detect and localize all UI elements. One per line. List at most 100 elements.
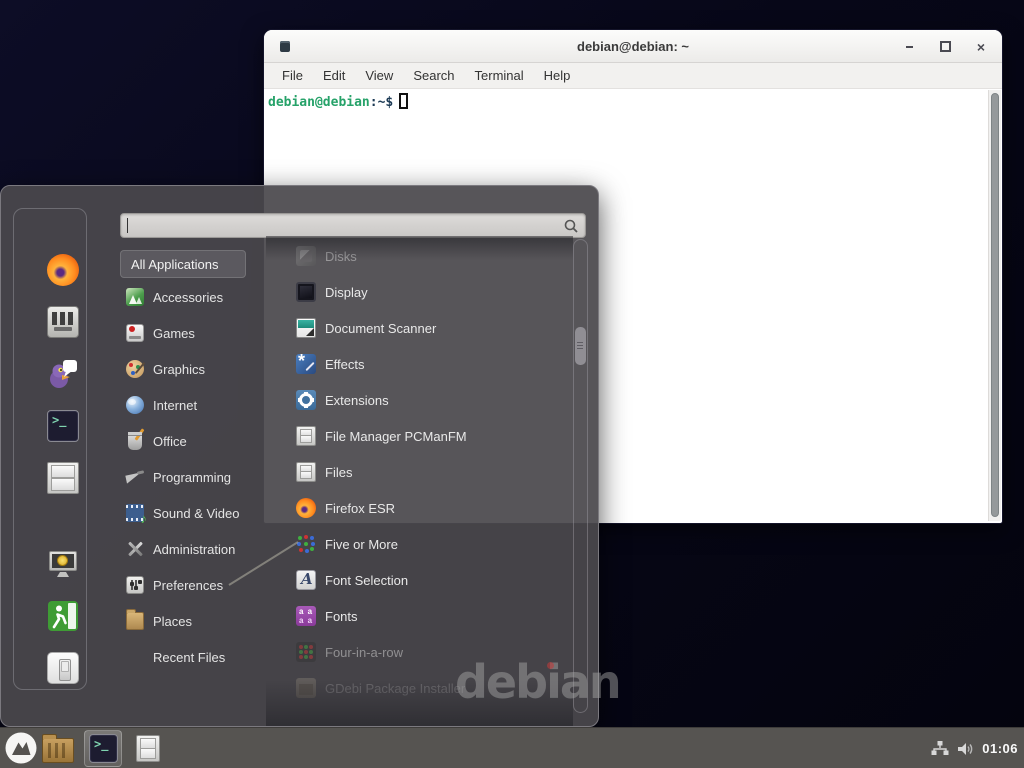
application-menu: All Applications Accessories Games Graphic… [0,185,599,727]
menu-help[interactable]: Help [534,64,581,87]
category-item-office[interactable]: Office [120,428,286,454]
menu-scrollbar[interactable] [573,239,588,713]
category-item-sound-video[interactable]: Sound & Video [120,500,286,526]
application-label: GDebi Package Installer [325,681,465,696]
application-label: Firefox ESR [325,501,395,516]
category-item-programming[interactable]: Programming [120,464,286,490]
minimize-icon[interactable] [902,40,916,54]
sound-video-icon [126,504,144,522]
menu-item-font-selection[interactable]: Font Selection [288,567,571,593]
firefox-icon [296,498,316,518]
application-label: Extensions [325,393,389,408]
favorite-lock-screen[interactable] [47,548,79,580]
maximize-icon[interactable] [938,40,952,54]
all-applications-label: All Applications [131,257,218,272]
favorite-file-manager[interactable] [47,462,79,494]
files-launcher[interactable] [136,735,160,762]
application-label: File Manager PCManFM [325,429,467,444]
favorite-software[interactable] [47,306,79,338]
menu-view[interactable]: View [355,64,403,87]
file-manager-launcher[interactable] [42,738,74,763]
terminal-scrollbar[interactable] [988,90,1001,521]
terminal-title: debian@debian: ~ [264,39,1002,54]
menu-terminal[interactable]: Terminal [465,64,534,87]
application-label: Display [325,285,368,300]
accessories-icon [126,288,144,306]
file-cabinet-icon [296,426,316,446]
file-cabinet-icon [296,462,316,482]
category-label: Accessories [153,290,223,305]
menu-scrollbar-handle[interactable] [575,327,586,365]
menu-search[interactable]: Search [403,64,464,87]
menu-item-files[interactable]: Files [288,459,571,485]
favorite-log-out[interactable] [47,600,79,632]
menu-item-extensions[interactable]: Extensions [288,387,571,413]
category-item-all-applications[interactable]: All Applications [120,250,246,278]
menu-item-firefox-esr[interactable]: Firefox ESR [288,495,571,521]
four-in-a-row-icon [296,642,316,662]
five-or-more-icon [296,534,316,554]
system-tray: 01:06 [931,728,1018,768]
menu-item-disks[interactable]: Disks [288,243,571,269]
category-label: Games [153,326,195,341]
menu-item-five-or-more[interactable]: Five or More [288,531,571,557]
category-label: Administration [153,542,235,557]
category-item-places[interactable]: Places [120,608,286,634]
favorite-pidgin[interactable] [47,358,79,390]
menu-file[interactable]: File [272,64,313,87]
volume-icon[interactable] [957,742,974,756]
text-cursor [399,93,408,109]
menu-item-gdebi-package-installer[interactable]: GDebi Package Installer [288,675,571,701]
favorite-terminal[interactable] [47,410,79,442]
terminal-launcher-active[interactable] [84,730,122,767]
menu-edit[interactable]: Edit [313,64,355,87]
firefox-icon [47,254,79,286]
games-icon [126,324,144,342]
extensions-icon [296,390,316,410]
search-input[interactable] [128,218,563,233]
category-item-recent-files[interactable]: Recent Files [120,644,286,670]
file-cabinet-icon [136,735,160,762]
category-item-internet[interactable]: Internet [120,392,286,418]
clock[interactable]: 01:06 [982,741,1018,756]
shell-prompt: debian@debian:~$ [268,93,408,110]
menu-button[interactable] [4,731,38,765]
category-item-graphics[interactable]: Graphics [120,356,286,382]
preferences-icon [126,576,144,594]
favorites-panel [13,208,87,690]
shut-down-icon [47,652,79,684]
category-item-administration[interactable]: Administration [120,536,286,562]
menu-item-effects[interactable]: Effects [288,351,571,377]
graphics-icon [126,360,144,378]
application-label: Effects [325,357,365,372]
fonts-icon [296,606,316,626]
category-label: Recent Files [153,650,225,665]
category-label: Sound & Video [153,506,240,521]
favorite-shut-down[interactable] [47,652,79,684]
category-label: Preferences [153,578,223,593]
category-label: Office [153,434,187,449]
application-label: Five or More [325,537,398,552]
menu-item-four-in-a-row[interactable]: Four-in-a-row [288,639,571,665]
menu-item-document-scanner[interactable]: Document Scanner [288,315,571,341]
category-item-games[interactable]: Games [120,320,286,346]
category-label: Graphics [153,362,205,377]
network-icon[interactable] [931,741,949,756]
search-box[interactable] [120,213,586,238]
terminal-icon [47,410,79,442]
taskbar: 01:06 [0,727,1024,768]
terminal-titlebar[interactable]: debian@debian: ~ × [264,30,1002,63]
category-item-accessories[interactable]: Accessories [120,284,286,310]
favorite-firefox[interactable] [47,254,79,286]
close-icon[interactable]: × [974,40,988,54]
menu-item-fonts[interactable]: Fonts [288,603,571,629]
terminal-scrollbar-handle[interactable] [991,93,999,517]
file-cabinet-icon [47,462,79,494]
menu-item-file-manager-pcmanfm[interactable]: File Manager PCManFM [288,423,571,449]
category-item-preferences[interactable]: Preferences [120,572,286,598]
menu-item-display[interactable]: Display [288,279,571,305]
category-label: Places [153,614,192,629]
font-selection-icon [296,570,316,590]
terminal-icon [89,734,118,763]
log-out-icon [47,600,79,632]
